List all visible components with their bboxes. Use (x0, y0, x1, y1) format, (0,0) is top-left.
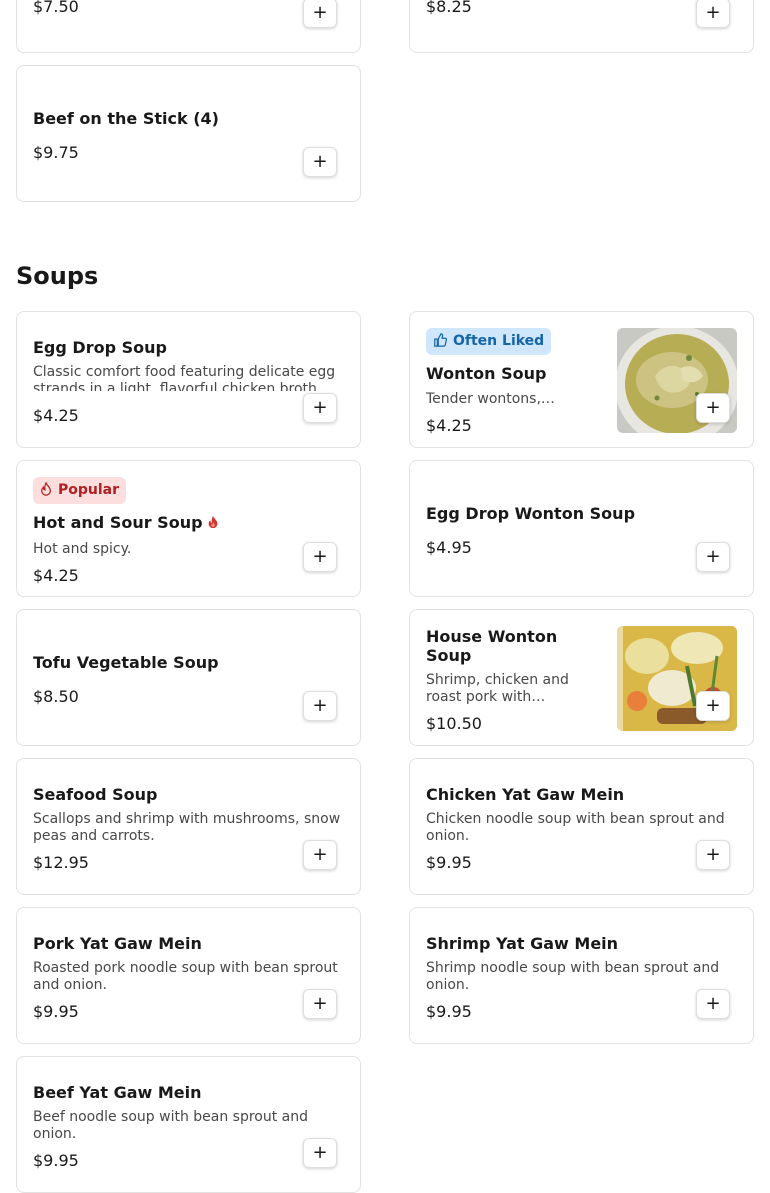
add-item-button[interactable]: + (303, 542, 337, 572)
often-liked-badge: Often Liked (426, 328, 552, 355)
menu-item-card[interactable]: Egg Drop Soup Classic comfort food featu… (16, 311, 361, 448)
badge-label: Popular (58, 482, 120, 498)
menu-item-card[interactable]: Egg Drop Wonton Soup $4.95 + (409, 460, 754, 597)
item-title: Egg Drop Soup (33, 338, 167, 357)
item-price: $8.50 (33, 687, 79, 706)
item-description: Beef noodle soup with bean sprout and on… (33, 1109, 309, 1142)
menu-item-card[interactable]: Beef on the Stick (4) $9.75 + (16, 65, 361, 202)
add-item-button[interactable]: + (303, 0, 337, 28)
fire-icon (40, 477, 52, 504)
thumbs-up-icon (433, 328, 448, 355)
item-title: House Wonton Soup (426, 627, 558, 665)
item-title: Beef on the Stick (4) (33, 109, 219, 128)
item-title: Beef Yat Gaw Mein (33, 1083, 202, 1102)
add-item-button[interactable]: + (696, 542, 730, 572)
menu-item-card[interactable]: Seafood Soup Scallops and shrimp with mu… (16, 758, 361, 895)
menu-item-card[interactable]: Popular Hot and Sour Soup Hot and spicy.… (16, 460, 361, 597)
item-price: $8.25 (426, 0, 472, 16)
menu-item-card[interactable]: Beef Yat Gaw Mein Beef noodle soup with … (16, 1056, 361, 1193)
menu-item-card[interactable]: Often Liked Wonton Soup Tender wontons,…… (409, 311, 754, 448)
item-price: $4.25 (426, 416, 472, 435)
add-item-button[interactable]: + (696, 393, 730, 423)
item-price: $10.50 (426, 714, 482, 733)
add-item-button[interactable]: + (696, 840, 730, 870)
item-price: $9.95 (426, 853, 472, 872)
add-item-button[interactable]: + (303, 989, 337, 1019)
add-item-button[interactable]: + (303, 1138, 337, 1168)
item-price: $9.95 (33, 1151, 79, 1170)
chili-flame-icon (207, 514, 219, 533)
menu-item-card[interactable]: Pork Yat Gaw Mein Roasted pork noodle so… (16, 907, 361, 1044)
menu-item-card[interactable]: House Wonton Soup Shrimp, chicken and ro… (409, 609, 754, 746)
item-title-text: Hot and Sour Soup (33, 513, 203, 532)
add-item-button[interactable]: + (696, 0, 730, 28)
menu-item-card[interactable]: $8.25 + (409, 0, 754, 53)
item-title: Pork Yat Gaw Mein (33, 934, 202, 953)
item-title: Wonton Soup (426, 364, 547, 383)
menu-item-card[interactable]: Tofu Vegetable Soup $8.50 + (16, 609, 361, 746)
add-item-button[interactable]: + (303, 147, 337, 177)
item-title: Hot and Sour Soup (33, 513, 344, 533)
item-price: $4.25 (33, 406, 79, 425)
item-title: Chicken Yat Gaw Mein (426, 785, 625, 804)
item-price: $12.95 (33, 853, 89, 872)
item-price: $4.95 (426, 538, 472, 557)
item-description: Classic comfort food featuring delicate … (33, 364, 336, 391)
item-description: Scallops and shrimp with mushrooms, snow… (33, 811, 341, 844)
add-item-button[interactable]: + (696, 989, 730, 1019)
item-title: Egg Drop Wonton Soup (426, 504, 636, 523)
menu-item-card[interactable]: Chicken Yat Gaw Mein Chicken noodle soup… (409, 758, 754, 895)
item-description: Shrimp, chicken and roast pork with… (426, 672, 569, 705)
popular-badge: Popular (33, 477, 127, 504)
item-description: Roasted pork noodle soup with bean sprou… (33, 960, 338, 993)
item-title: Shrimp Yat Gaw Mein (426, 934, 619, 953)
add-item-button[interactable]: + (696, 691, 730, 721)
menu-item-card[interactable]: $7.50 + (16, 0, 361, 53)
section-title: Soups (16, 262, 99, 290)
item-description: Hot and spicy. (33, 541, 132, 557)
add-item-button[interactable]: + (303, 840, 337, 870)
item-price: $9.95 (426, 1002, 472, 1021)
item-description: Chicken noodle soup with bean sprout and… (426, 811, 725, 844)
item-price: $4.25 (33, 566, 79, 585)
item-title: Seafood Soup (33, 785, 158, 804)
badge-label: Often Liked (453, 333, 545, 349)
item-description: Shrimp noodle soup with bean sprout and … (426, 960, 720, 993)
item-price: $9.75 (33, 143, 79, 162)
item-price: $7.50 (33, 0, 79, 16)
add-item-button[interactable]: + (303, 691, 337, 721)
item-price: $9.95 (33, 1002, 79, 1021)
item-description: Tender wontons,… (426, 391, 555, 407)
menu-item-card[interactable]: Shrimp Yat Gaw Mein Shrimp noodle soup w… (409, 907, 754, 1044)
item-title: Tofu Vegetable Soup (33, 653, 219, 672)
add-item-button[interactable]: + (303, 393, 337, 423)
